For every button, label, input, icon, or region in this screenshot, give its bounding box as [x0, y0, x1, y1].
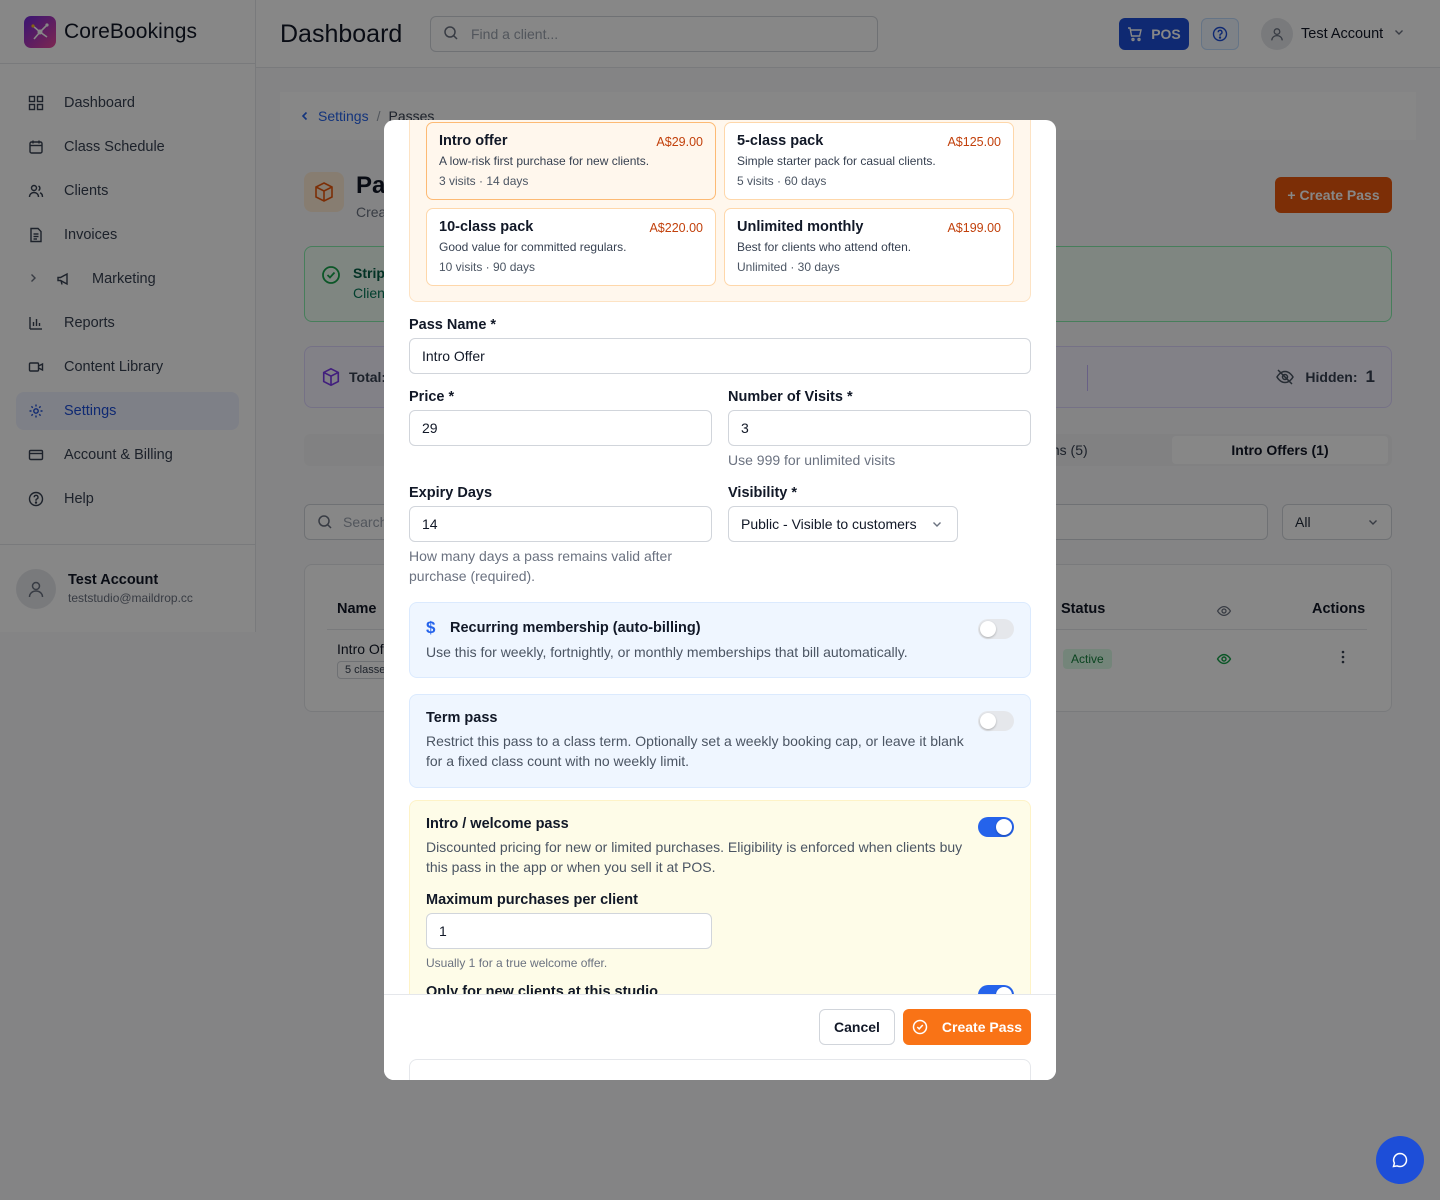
expiry-hint: How many days a pass remains valid after… [409, 548, 672, 584]
price-input[interactable]: 29 [409, 410, 712, 446]
chevron-down-icon [931, 518, 943, 530]
footer-next-section [409, 1059, 1031, 1080]
template-meta: 10 visits · 90 days [439, 260, 536, 274]
intro-pass-panel: Intro / welcome pass Discounted pricing … [409, 800, 1031, 994]
dollar-icon: $ [426, 618, 436, 637]
visits-label: Number of Visits * [728, 389, 853, 405]
modal-footer: Cancel Create Pass [384, 994, 1056, 1080]
create-pass-label: Create Pass [941, 1019, 1023, 1035]
max-purchases-input[interactable]: 1 [426, 913, 712, 949]
recurring-toggle[interactable] [978, 619, 1014, 639]
template-10-class-pack[interactable]: 10-class pack A$220.00 Good value for co… [426, 208, 716, 286]
expiry-days-input[interactable]: 14 [409, 506, 712, 542]
template-price: A$29.00 [656, 135, 703, 149]
create-pass-submit-button[interactable]: Create Pass [903, 1009, 1031, 1045]
modal-body[interactable]: Intro offer A$29.00 A low-risk first pur… [384, 120, 1056, 994]
template-intro-offer[interactable]: Intro offer A$29.00 A low-risk first pur… [426, 122, 716, 200]
recurring-desc: Use this for weekly, fortnightly, or mon… [426, 644, 908, 660]
max-purchases-hint: Usually 1 for a true welcome offer. [426, 956, 608, 970]
term-pass-panel: Term pass Restrict this pass to a class … [409, 694, 1031, 788]
term-title: Term pass [426, 710, 498, 726]
visits-hint: Use 999 for unlimited visits [728, 452, 896, 468]
chat-icon [1391, 1151, 1409, 1169]
template-desc: Simple starter pack for casual clients. [737, 154, 936, 168]
check-circle-icon [912, 1019, 928, 1035]
template-desc: Best for clients who attend often. [737, 240, 912, 254]
visibility-label: Visibility * [728, 485, 798, 501]
price-label: Price * [409, 389, 455, 405]
template-meta: 5 visits · 60 days [737, 174, 827, 188]
visibility-select[interactable]: Public - Visible to customers [728, 506, 958, 542]
template-desc: A low-risk first purchase for new client… [439, 154, 650, 168]
visibility-value: Public - Visible to customers [741, 516, 917, 532]
expiry-label: Expiry Days [409, 485, 493, 501]
recurring-title: Recurring membership (auto-billing) [450, 620, 701, 636]
visits-input[interactable]: 3 [728, 410, 1031, 446]
term-toggle[interactable] [978, 711, 1014, 731]
template-price: A$125.00 [947, 135, 1001, 149]
chat-button[interactable] [1376, 1136, 1424, 1184]
template-meta: Unlimited · 30 days [737, 260, 840, 274]
new-clients-toggle[interactable] [978, 985, 1014, 994]
pass-name-input[interactable]: Intro Offer [409, 338, 1031, 374]
new-clients-label: Only for new clients at this studio [426, 984, 659, 994]
intro-desc: Discounted pricing for new or limited pu… [426, 839, 963, 875]
template-meta: 3 visits · 14 days [439, 174, 529, 188]
pass-name-label: Pass Name * [409, 317, 497, 333]
term-desc: Restrict this pass to a class term. Opti… [426, 733, 964, 769]
template-desc: Good value for committed regulars. [439, 240, 627, 254]
recurring-panel: $ Recurring membership (auto-billing) Us… [409, 602, 1031, 678]
intro-toggle[interactable] [978, 817, 1014, 837]
cancel-button[interactable]: Cancel [819, 1009, 895, 1045]
template-5-class-pack[interactable]: 5-class pack A$125.00 Simple starter pac… [724, 122, 1014, 200]
template-unlimited-monthly[interactable]: Unlimited monthly A$199.00 Best for clie… [724, 208, 1014, 286]
pass-templates: Intro offer A$29.00 A low-risk first pur… [409, 120, 1031, 302]
template-price: A$220.00 [649, 221, 703, 235]
intro-title: Intro / welcome pass [426, 816, 569, 832]
max-purchases-label: Maximum purchases per client [426, 892, 638, 908]
template-price: A$199.00 [947, 221, 1001, 235]
create-pass-modal: Intro offer A$29.00 A low-risk first pur… [384, 120, 1056, 1080]
